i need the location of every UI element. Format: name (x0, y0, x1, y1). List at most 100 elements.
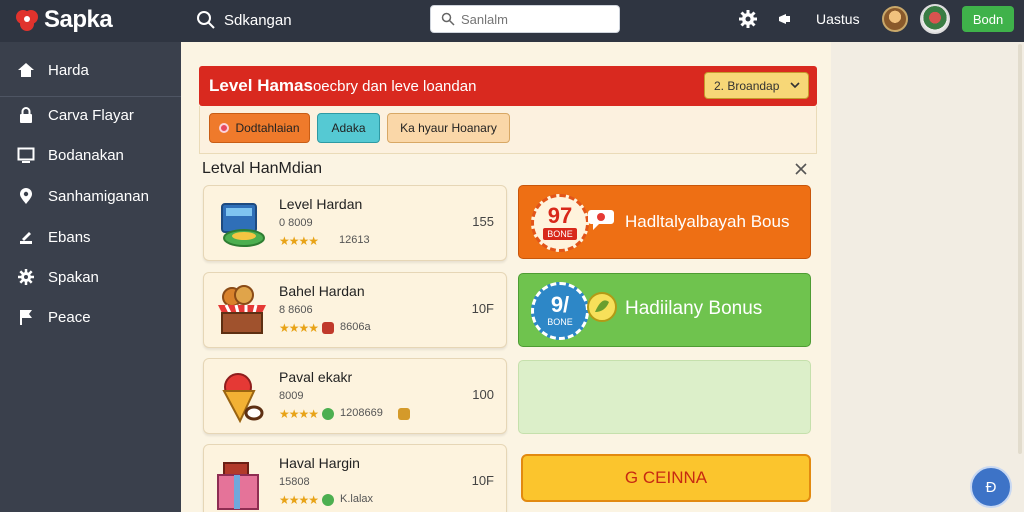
avatar[interactable] (882, 6, 908, 32)
check-icon (322, 494, 334, 506)
filter-chip[interactable]: Dodtahlaian (209, 113, 310, 143)
location-pin-icon (16, 186, 36, 206)
cta-button[interactable]: G CEINNA (521, 454, 811, 502)
lock-icon (16, 105, 36, 125)
top-action-button[interactable]: Bodn (962, 6, 1014, 32)
monitor-icon (16, 145, 36, 165)
level-banner: Level Hamasoecbry dan leve loandan 2. Br… (199, 66, 817, 106)
food-cone-icon (222, 373, 264, 424)
logo-icon (14, 7, 40, 33)
item-count: 10F (471, 473, 494, 488)
seal-text: BONE (547, 317, 573, 327)
rating-stars: ★★★★ (279, 407, 319, 421)
gift-box-icon (217, 462, 259, 510)
bonus-tile[interactable]: 97 BONE Hadltalyalbayah Bous (518, 185, 811, 259)
item-name: Bahel Hardan (279, 283, 365, 299)
banner-title: Level Hamasoecbry dan leve loandan (209, 76, 476, 96)
item-count: 155 (472, 214, 494, 229)
list-item[interactable]: Haval Hargin 15808 ★★★★ K.lalax 10F (203, 444, 507, 512)
item-subtitle: 8009 (279, 390, 304, 402)
seal-number: 9/ (550, 292, 570, 317)
top-bar: Sapka Sdkangan Uastus Bodn (0, 0, 1024, 42)
flag-icon (16, 307, 36, 327)
item-name: Haval Hargin (279, 455, 360, 471)
seal-number: 97 (547, 203, 573, 228)
item-meta: 8606a (340, 321, 371, 333)
filter-chip-label: Ka hyaur Hoanary (400, 121, 497, 135)
sidebar-item-lock[interactable]: Carva Flayar (0, 98, 181, 132)
banner-subtitle: oecbry dan leve loandan (312, 78, 477, 95)
check-icon (322, 408, 334, 420)
list-item[interactable]: Bahel Hardan 8 8606 ★★★★ 8606a 10F (203, 272, 507, 348)
app-logo[interactable]: Sapka (14, 6, 113, 34)
bonus-tile[interactable]: 9/ BONE Hadiilany Bonus (518, 273, 811, 347)
app-name: Sapka (44, 6, 113, 33)
item-meta: K.lalax (340, 493, 374, 505)
list-item[interactable]: Paval ekakr 8009 ★★★★ 1208669 100 (203, 358, 507, 434)
floating-action-button[interactable]: Ð (970, 466, 1012, 508)
dropdown-value: 2. Broandap (714, 78, 780, 93)
market-stall-icon (218, 285, 266, 334)
filter-bar: Dodtahlaian Adaka Ka hyaur Hoanary (199, 106, 817, 154)
gear-icon[interactable] (738, 9, 758, 29)
treasure-box-icon (221, 203, 265, 247)
banner-title-main: Level Hamas (209, 76, 313, 95)
search-label: Sdkangan (224, 11, 292, 29)
sidebar-item-label: Sanhamiganan (48, 187, 149, 205)
gift-icon (322, 322, 334, 334)
rating-stars: ★★★★ (279, 321, 319, 335)
rating-stars: ★★★★ (279, 234, 319, 248)
item-name: Level Hardan (279, 196, 363, 212)
empty-tile (518, 360, 811, 434)
home-icon (16, 60, 36, 80)
megaphone-icon[interactable] (777, 11, 793, 27)
filter-chip-label: Dodtahlaian (235, 121, 300, 135)
sidebar-item-location[interactable]: Sanhamiganan (0, 179, 181, 213)
section-title: Letval HanMdian (202, 160, 323, 177)
filter-chip[interactable]: Adaka (317, 113, 380, 143)
close-icon[interactable] (794, 162, 808, 176)
leaf-icon (587, 292, 617, 322)
sidebar-item-label: Carva Flayar (48, 106, 134, 124)
sidebar-item-home[interactable]: Harda (0, 53, 181, 87)
search-toggle[interactable]: Sdkangan (196, 9, 292, 31)
sidebar-item-label: Ebans (48, 228, 91, 246)
list-item[interactable]: Level Hardan 0 8009 ★★★★ 12613 155 (203, 185, 507, 261)
right-gutter (831, 42, 1024, 512)
banner-dropdown[interactable]: 2. Broandap (704, 72, 809, 99)
chevron-down-icon (790, 82, 800, 89)
item-subtitle: 0 8009 (279, 217, 313, 229)
sidebar-item-label: Peace (48, 308, 91, 326)
heart-icon (219, 123, 230, 133)
sidebar: Harda Carva Flayar Bodanakan Sanhamigana… (0, 42, 181, 512)
search-field[interactable] (430, 5, 620, 33)
bonus-label: Hadiilany Bonus (625, 298, 763, 319)
filter-chip-label: Adaka (331, 121, 366, 135)
seal-text: BONE (543, 228, 577, 240)
bonus-label: Hadltalyalbayah Bous (625, 212, 790, 231)
sidebar-item-monitor[interactable]: Bodanakan (0, 138, 181, 172)
sidebar-item-flag[interactable]: Peace (0, 300, 181, 334)
scrollbar[interactable] (1018, 44, 1022, 454)
sidebar-divider (0, 96, 181, 97)
sidebar-item-label: Harda (48, 61, 89, 79)
sidebar-item-upload[interactable]: Ebans (0, 220, 181, 254)
coin-icon (398, 408, 410, 420)
item-meta: 1208669 (340, 407, 383, 419)
search-icon (441, 12, 455, 26)
bonus-seal: 9/ BONE (531, 282, 589, 340)
gear-icon (16, 267, 36, 287)
search-icon (197, 11, 215, 29)
item-name: Paval ekakr (279, 369, 353, 385)
filter-chip[interactable]: Ka hyaur Hoanary (387, 113, 510, 143)
item-count: 10F (471, 301, 494, 316)
rating-stars: ★★★★ (279, 493, 319, 507)
avatar[interactable] (920, 4, 950, 34)
search-input[interactable] (461, 11, 601, 27)
item-meta: 12613 (339, 234, 370, 246)
speech-bubble-icon (588, 210, 614, 230)
sidebar-item-settings[interactable]: Spakan (0, 260, 181, 294)
upload-icon (16, 227, 36, 247)
item-subtitle: 15808 (279, 476, 310, 488)
username[interactable]: Uastus (816, 11, 860, 27)
